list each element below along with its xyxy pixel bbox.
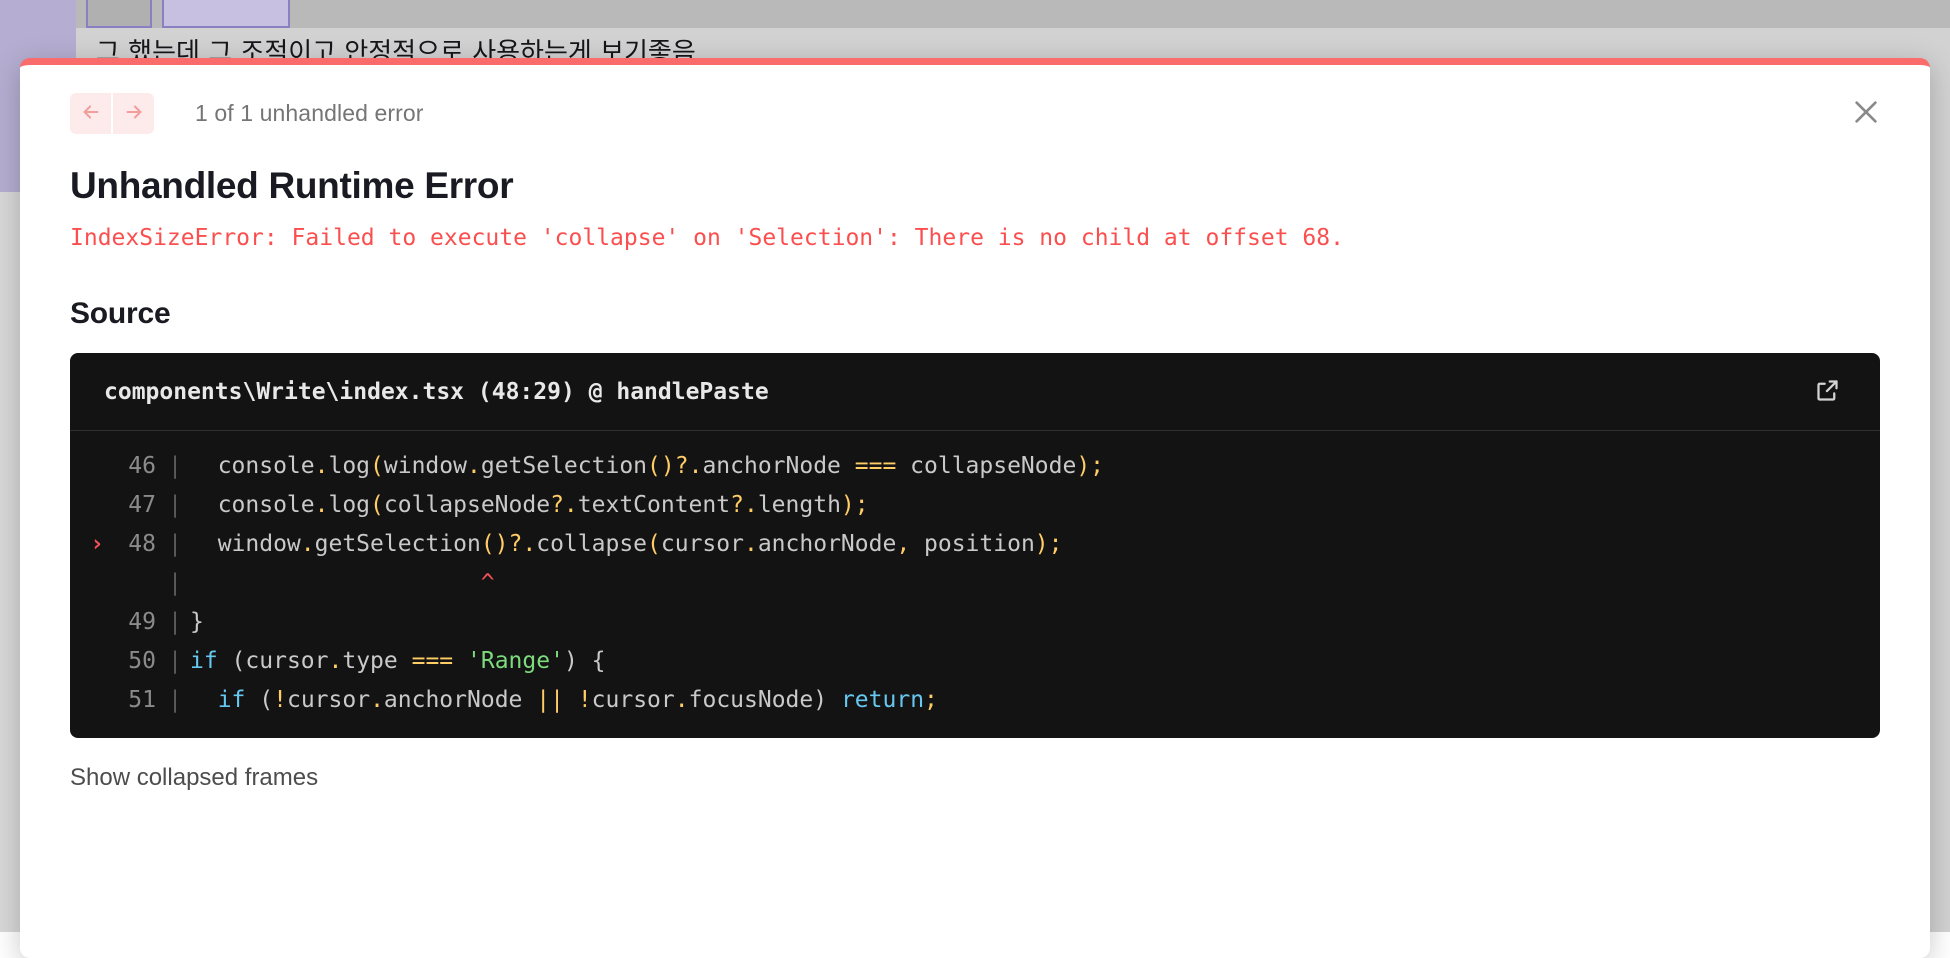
code-line: 49|} bbox=[70, 603, 1880, 642]
arrow-left-icon bbox=[80, 101, 102, 126]
source-code-lines: 46| console.log(window.getSelection()?.a… bbox=[70, 431, 1880, 738]
code-line-number: 47 bbox=[104, 486, 160, 525]
source-code-card: components\Write\index.tsx (48:29) @ han… bbox=[70, 353, 1880, 738]
page-title: Unhandled Runtime Error bbox=[70, 165, 1880, 207]
gutter-divider: | bbox=[160, 681, 190, 720]
code-line-text: window.getSelection()?.collapse(cursor.a… bbox=[190, 525, 1063, 564]
code-line: 46| console.log(window.getSelection()?.a… bbox=[70, 447, 1880, 486]
dialog-body: Unhandled Runtime Error IndexSizeError: … bbox=[20, 165, 1930, 792]
code-line-text: ^ bbox=[190, 564, 495, 603]
code-line-number: 49 bbox=[104, 603, 160, 642]
code-line: ›48| window.getSelection()?.collapse(cur… bbox=[70, 525, 1880, 564]
code-line-text: console.log(window.getSelection()?.ancho… bbox=[190, 447, 1104, 486]
gutter-divider: | bbox=[160, 486, 190, 525]
next-error-button[interactable] bbox=[113, 93, 154, 134]
background-tab-2[interactable] bbox=[162, 0, 290, 28]
open-in-editor-button[interactable] bbox=[1808, 373, 1846, 411]
code-line-number: 50 bbox=[104, 642, 160, 681]
code-line: 50|if (cursor.type === 'Range') { bbox=[70, 642, 1880, 681]
previous-error-button[interactable] bbox=[70, 93, 111, 134]
code-line-text: if (!cursor.anchorNode || !cursor.focusN… bbox=[190, 681, 938, 720]
code-line-text: console.log(collapseNode?.textContent?.l… bbox=[190, 486, 869, 525]
gutter-divider: | bbox=[160, 603, 190, 642]
gutter-divider: | bbox=[160, 564, 190, 603]
gutter-divider: | bbox=[160, 525, 190, 564]
close-icon bbox=[1850, 96, 1882, 131]
code-line: 47| console.log(collapseNode?.textConten… bbox=[70, 486, 1880, 525]
gutter-divider: | bbox=[160, 447, 190, 486]
arrow-right-icon bbox=[123, 101, 145, 126]
source-file-path: components\Write\index.tsx (48:29) @ han… bbox=[104, 379, 769, 405]
source-file-bar: components\Write\index.tsx (48:29) @ han… bbox=[70, 353, 1880, 431]
background-tab-1[interactable] bbox=[86, 0, 152, 28]
error-line-marker-icon: › bbox=[70, 525, 104, 564]
source-heading: Source bbox=[70, 297, 1880, 331]
error-count-label: 1 of 1 unhandled error bbox=[195, 100, 424, 127]
code-line: | ^ bbox=[70, 564, 1880, 603]
code-line-text: if (cursor.type === 'Range') { bbox=[190, 642, 606, 681]
unhandled-error-dialog: 1 of 1 unhandled error Unhandled Runtime… bbox=[20, 58, 1930, 958]
external-link-icon bbox=[1814, 377, 1841, 407]
error-message: IndexSizeError: Failed to execute 'colla… bbox=[70, 225, 1880, 251]
background-tabbar bbox=[76, 0, 1950, 28]
dialog-header: 1 of 1 unhandled error bbox=[20, 65, 1930, 161]
gutter-divider: | bbox=[160, 642, 190, 681]
show-collapsed-frames-button[interactable]: Show collapsed frames bbox=[70, 764, 318, 792]
code-line-number: 46 bbox=[104, 447, 160, 486]
close-dialog-button[interactable] bbox=[1844, 91, 1888, 135]
code-line-number: 48 bbox=[104, 525, 160, 564]
error-nav-group bbox=[70, 93, 154, 134]
code-line-number: 51 bbox=[104, 681, 160, 720]
code-line-text: } bbox=[190, 603, 204, 642]
code-line: 51| if (!cursor.anchorNode || !cursor.fo… bbox=[70, 681, 1880, 720]
